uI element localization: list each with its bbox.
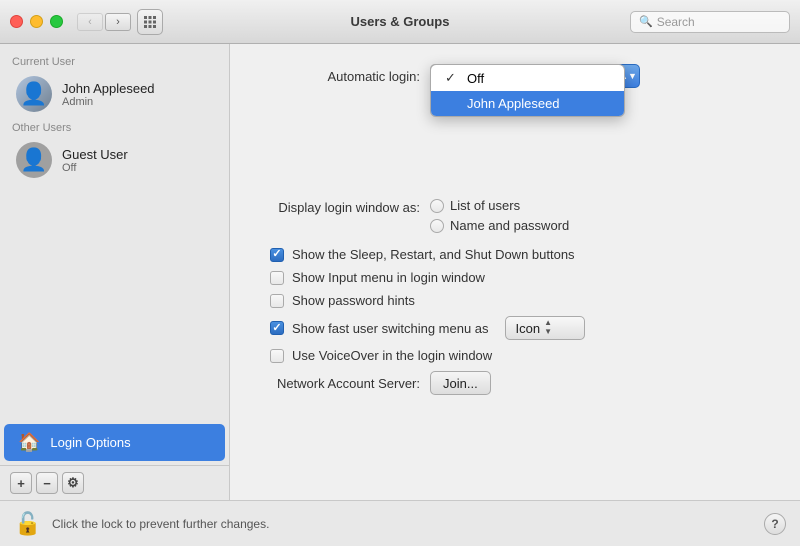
add-user-button[interactable]: + [10, 472, 32, 494]
checkbox-hints-label: Show password hints [292, 293, 415, 308]
checkbox-voiceover-label: Use VoiceOver in the login window [292, 348, 492, 363]
radio-name-icon [430, 219, 444, 233]
maximize-button[interactable] [50, 15, 63, 28]
guest-avatar-icon: 👤 [20, 149, 47, 171]
checkbox-input-label: Show Input menu in login window [292, 270, 485, 285]
bottom-status-text: Click the lock to prevent further change… [52, 517, 754, 531]
checkbox-voiceover-row[interactable]: Use VoiceOver in the login window [270, 348, 770, 363]
sidebar: Current User 👤 John Appleseed Admin Othe… [0, 44, 230, 500]
stepper-down-icon: ▼ [544, 328, 552, 337]
current-user-name: John Appleseed [62, 81, 155, 96]
lock-icon: 🔓 [14, 511, 41, 537]
off-checkmark: ✓ [445, 70, 461, 86]
popup-item-off[interactable]: ✓ Off [431, 65, 624, 91]
radio-list-label: List of users [450, 198, 520, 213]
login-options-icon: 🏠 [18, 432, 40, 453]
current-user-info: John Appleseed Admin [62, 81, 155, 108]
auto-login-popup: ✓ Off John Appleseed [430, 64, 625, 117]
checkbox-switching-label: Show fast user switching menu as [292, 321, 489, 336]
nav-arrows: ‹ › [77, 13, 131, 31]
checkbox-voiceover[interactable] [270, 349, 284, 363]
auto-login-row: Automatic login: Off ▼ ✓ Off John Apples… [260, 64, 770, 88]
grid-button[interactable] [137, 9, 163, 35]
traffic-lights [10, 15, 63, 28]
login-options-item[interactable]: 🏠 Login Options [4, 424, 225, 461]
checkbox-input-row[interactable]: Show Input menu in login window [270, 270, 770, 285]
guest-user-avatar: 👤 [16, 142, 52, 178]
bottom-bar: 🔓 Click the lock to prevent further chan… [0, 500, 800, 546]
search-icon: 🔍 [639, 15, 653, 28]
main-content: Current User 👤 John Appleseed Admin Othe… [0, 44, 800, 500]
display-login-row: Display login window as: List of users N… [260, 198, 770, 233]
checkbox-hints-row[interactable]: Show password hints [270, 293, 770, 308]
minimize-button[interactable] [30, 15, 43, 28]
right-panel: Automatic login: Off ▼ ✓ Off John Apples… [230, 44, 800, 500]
help-button[interactable]: ? [764, 513, 786, 535]
radio-list-icon [430, 199, 444, 213]
network-label: Network Account Server: [260, 376, 420, 391]
avatar-icon: 👤 [20, 83, 47, 105]
checkbox-sleep-row[interactable]: ✓ Show the Sleep, Restart, and Shut Down… [270, 247, 770, 262]
popup-off-label: Off [467, 71, 484, 86]
guest-user-item[interactable]: 👤 Guest User Off [4, 137, 225, 183]
icon-dropdown-value: Icon [516, 321, 541, 336]
current-user-item[interactable]: 👤 John Appleseed Admin [4, 71, 225, 117]
join-button[interactable]: Join... [430, 371, 491, 395]
titlebar: ‹ › Users & Groups 🔍 Search [0, 0, 800, 44]
popup-appleseed-label: John Appleseed [467, 96, 560, 111]
guest-user-info: Guest User Off [62, 147, 128, 174]
settings-button[interactable]: ⚙ [62, 472, 84, 494]
radio-name-label: Name and password [450, 218, 569, 233]
forward-button[interactable]: › [105, 13, 131, 31]
checkbox-sleep[interactable]: ✓ [270, 248, 284, 262]
sidebar-buttons: + − ⚙ [0, 465, 229, 500]
current-user-label: Current User [0, 52, 229, 70]
checkboxes-section: ✓ Show the Sleep, Restart, and Shut Down… [270, 247, 770, 363]
checkbox-hints[interactable] [270, 294, 284, 308]
radio-group: List of users Name and password [430, 198, 569, 233]
radio-list-users[interactable]: List of users [430, 198, 569, 213]
other-users-label: Other Users [0, 118, 229, 136]
check-sym-sleep: ✓ [272, 249, 281, 260]
popup-item-appleseed[interactable]: John Appleseed [431, 91, 624, 116]
network-row: Network Account Server: Join... [260, 371, 770, 395]
login-options-label: Login Options [50, 435, 130, 450]
window-title: Users & Groups [351, 14, 450, 29]
auto-login-label: Automatic login: [260, 69, 420, 84]
lock-icon-wrap[interactable]: 🔓 [14, 510, 42, 538]
checkbox-switching[interactable]: ✓ [270, 321, 284, 335]
close-button[interactable] [10, 15, 23, 28]
current-user-avatar: 👤 [16, 76, 52, 112]
check-sym-switching: ✓ [272, 323, 281, 334]
guest-user-role: Off [62, 162, 128, 174]
checkbox-input[interactable] [270, 271, 284, 285]
display-login-label: Display login window as: [260, 198, 420, 215]
search-bar[interactable]: 🔍 Search [630, 11, 790, 33]
checkbox-sleep-label: Show the Sleep, Restart, and Shut Down b… [292, 247, 575, 262]
radio-name-password[interactable]: Name and password [430, 218, 569, 233]
remove-user-button[interactable]: − [36, 472, 58, 494]
auto-login-dropdown-container: Off ▼ ✓ Off John Appleseed [430, 64, 610, 88]
stepper-arrows: ▲ ▼ [544, 319, 552, 337]
search-input[interactable]: Search [657, 15, 695, 29]
current-user-role: Admin [62, 96, 155, 108]
checkbox-switching-row[interactable]: ✓ Show fast user switching menu as Icon … [270, 316, 770, 340]
guest-user-name: Guest User [62, 147, 128, 162]
back-button[interactable]: ‹ [77, 13, 103, 31]
icon-dropdown[interactable]: Icon ▲ ▼ [505, 316, 585, 340]
